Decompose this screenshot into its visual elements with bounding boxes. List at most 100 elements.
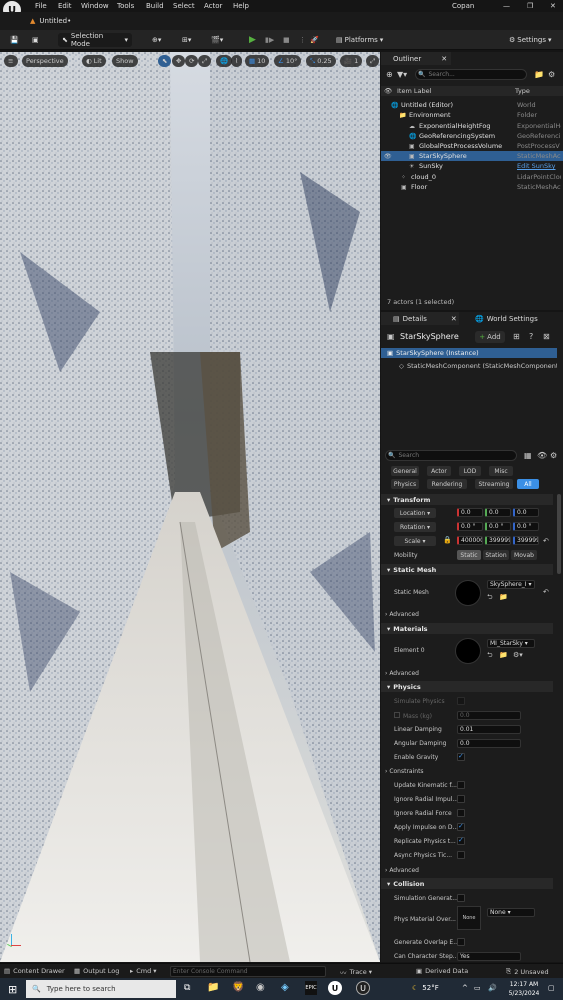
material-thumbnail[interactable] xyxy=(455,638,481,664)
outliner-row[interactable]: ☁ ExponentialHeightFog ExponentialHe xyxy=(381,121,563,131)
visibility-icon[interactable]: 👁 xyxy=(384,87,392,95)
lit-button[interactable]: ◐ Lit xyxy=(82,55,106,67)
mobility-movable[interactable]: Movab xyxy=(511,550,537,560)
scale-lock-icon[interactable]: 🔒 xyxy=(443,536,452,544)
character-step-dropdown[interactable]: Yes xyxy=(457,952,521,961)
console-input[interactable]: Enter Console Command xyxy=(170,966,326,977)
outliner-row[interactable]: ⁘ cloud_0 LidarPointClou xyxy=(381,172,563,182)
ue-editor-icon[interactable]: U xyxy=(356,981,370,995)
step-icon[interactable]: ▮▶ xyxy=(261,33,278,47)
rotate-tool-icon[interactable]: ⟳ xyxy=(185,55,199,67)
outliner-row[interactable]: ▣ GlobalPostProcessVolume PostProcessV xyxy=(381,141,563,151)
component-row[interactable]: ◇ StaticMeshComponent (StaticMeshComponen… xyxy=(381,361,557,371)
menu-tools[interactable]: Tools xyxy=(117,2,134,10)
browse-arrow-icon[interactable]: ⮌ xyxy=(487,593,493,604)
unsaved-button[interactable]: ⎘ 2 Unsaved xyxy=(506,967,549,976)
maximize-icon[interactable]: ❐ xyxy=(527,2,533,10)
reset-mesh-icon[interactable]: ↶ xyxy=(543,588,549,596)
taskbar-search[interactable]: 🔍 Type here to search xyxy=(26,980,176,998)
translate-tool-icon[interactable]: ✥ xyxy=(172,55,186,67)
location-x[interactable]: 0.0 xyxy=(457,508,483,517)
outliner-row[interactable]: 🌐 GeoReferencingSystem GeoReferencin xyxy=(381,131,563,141)
unreal-taskbar-icon[interactable]: U xyxy=(328,981,342,995)
menu-build[interactable]: Build xyxy=(146,2,164,10)
scale-z[interactable]: 399999 xyxy=(513,536,539,545)
filter-streaming[interactable]: Streaming xyxy=(475,479,513,489)
menu-file[interactable]: File xyxy=(35,2,47,10)
advanced-toggle-2[interactable]: › Advanced xyxy=(385,670,419,677)
outliner-search-input[interactable]: 🔍 Search... xyxy=(415,69,527,80)
generate-overlap-checkbox[interactable] xyxy=(457,938,465,946)
visibility-icon[interactable]: 👁 xyxy=(384,153,392,160)
filter-rendering[interactable]: Rendering xyxy=(427,479,467,489)
create-folder-icon[interactable]: 📁 xyxy=(534,70,544,79)
location-y[interactable]: 0.0 xyxy=(485,508,511,517)
scale-y[interactable]: 399999 xyxy=(485,536,511,545)
close-tab-icon[interactable]: ✕ xyxy=(451,315,457,323)
minimize-icon[interactable]: — xyxy=(503,2,510,10)
select-tool-icon[interactable]: ⬉ xyxy=(158,55,172,67)
lock-icon[interactable]: ⊠ xyxy=(543,332,550,341)
rotation-dropdown[interactable]: Rotation ▾ xyxy=(394,522,436,532)
filter-misc[interactable]: Misc xyxy=(489,466,513,476)
selection-mode-button[interactable]: ⬉ Selection Mode ▾ xyxy=(58,32,132,48)
task-view-icon[interactable]: ⧉ xyxy=(184,983,190,993)
mass-field[interactable]: 0.0 xyxy=(457,711,521,720)
outliner-row[interactable]: 📁 Environment Folder xyxy=(381,110,563,120)
filter-icon[interactable]: ▼▾ xyxy=(397,70,407,79)
radial-force-checkbox[interactable] xyxy=(457,809,465,817)
mobility-static[interactable]: Static xyxy=(457,550,481,560)
mesh-dropdown[interactable]: SkySphere_I ▾ xyxy=(487,580,535,589)
notification-icon[interactable]: ▢ xyxy=(548,984,555,992)
perspective-button[interactable]: Perspective xyxy=(22,55,68,67)
item-label-header[interactable]: Item Label xyxy=(397,87,431,95)
menu-window[interactable]: Window xyxy=(81,2,109,10)
chrome-icon[interactable]: ◉ xyxy=(256,982,265,993)
add-content-icon[interactable]: ⊕▾ xyxy=(148,33,165,47)
camera-speed-button[interactable]: 🎥 1 xyxy=(340,55,363,67)
advanced-toggle-3[interactable]: › Advanced xyxy=(385,867,419,874)
platforms-button[interactable]: ▤ Platforms ▾ xyxy=(332,33,387,47)
filter-actor[interactable]: Actor xyxy=(427,466,451,476)
windows-start-icon[interactable]: ⊞ xyxy=(8,983,17,996)
filter-lod[interactable]: LOD xyxy=(459,466,481,476)
location-z[interactable]: 0.0 xyxy=(513,508,539,517)
browse-folder-icon[interactable]: 📁 xyxy=(499,651,508,659)
details-scrollbar[interactable] xyxy=(557,494,561,574)
app-icon[interactable]: ◈ xyxy=(281,982,289,993)
kinematic-checkbox[interactable] xyxy=(457,781,465,789)
outliner-row[interactable]: 👁 ▣ StarSkySphere StaticMeshAct xyxy=(381,151,563,161)
mesh-thumbnail[interactable] xyxy=(455,580,481,606)
clock[interactable]: 12:17 AM 5/23/2024 xyxy=(504,980,544,998)
mass-checkbox[interactable] xyxy=(394,712,400,718)
constraints-toggle[interactable]: › Constraints xyxy=(385,768,424,775)
browse-folder-icon[interactable]: 📁 xyxy=(499,593,508,601)
network-icon[interactable]: ▭ xyxy=(474,984,481,992)
cinematics-icon[interactable]: 🎬▾ xyxy=(207,33,227,47)
phys-material-thumbnail[interactable]: None xyxy=(457,906,481,930)
derived-data-button[interactable]: ▣ Derived Data xyxy=(416,967,468,975)
filter-all[interactable]: All xyxy=(517,479,539,489)
scale-dropdown[interactable]: Scale ▾ xyxy=(394,536,436,546)
add-filter-icon[interactable]: ⊕ xyxy=(386,70,393,79)
replicate-physics-checkbox[interactable] xyxy=(457,836,465,845)
world-settings-tab[interactable]: 🌐 World Settings xyxy=(463,312,553,325)
property-matrix-icon[interactable]: ▦ xyxy=(524,451,532,460)
simulate-physics-checkbox[interactable] xyxy=(457,697,465,705)
settings-button[interactable]: ⚙ Settings ▾ xyxy=(505,33,556,47)
viewport-menu-icon[interactable]: ≡ xyxy=(4,55,18,67)
type-header[interactable]: Type xyxy=(515,87,530,95)
source-control-icon[interactable]: ▣ xyxy=(28,33,43,47)
outliner-item-type[interactable]: Edit SunSky xyxy=(517,162,561,170)
angular-damping-field[interactable]: 0.0 xyxy=(457,739,521,748)
outliner-settings-icon[interactable]: ⚙ xyxy=(548,70,555,79)
content-drawer-button[interactable]: ▤ Content Drawer xyxy=(4,967,65,975)
trace-dropdown[interactable]: 〰 Trace ▾ xyxy=(340,967,372,977)
outliner-row[interactable]: ☀ SunSky Edit SunSky xyxy=(381,161,563,171)
brave-icon[interactable]: 🦁 xyxy=(232,982,244,993)
surface-snap-icon[interactable]: ⌇ xyxy=(231,55,243,67)
epic-games-icon[interactable]: EPIC xyxy=(305,981,317,995)
file-explorer-icon[interactable]: 📁 xyxy=(207,982,219,993)
materials-section[interactable]: ▾ Materials xyxy=(381,623,553,634)
help-icon[interactable]: ? xyxy=(529,332,533,341)
